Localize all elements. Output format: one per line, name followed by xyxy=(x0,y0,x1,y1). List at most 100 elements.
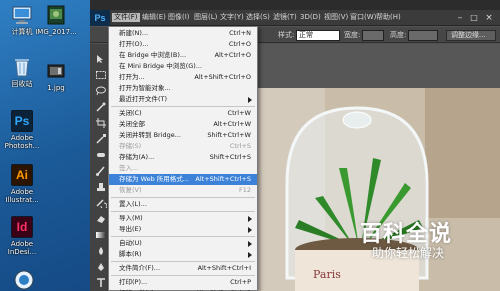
file-menu-item[interactable]: 自动(U) xyxy=(109,238,257,249)
menu-type[interactable]: 文字(Y) xyxy=(218,13,246,22)
crop-tool-icon[interactable] xyxy=(95,118,107,128)
menu-help[interactable]: 帮助(H) xyxy=(374,13,403,22)
image-file-icon xyxy=(45,60,67,82)
photoshop-app-icon: Ps xyxy=(11,110,33,132)
indesign-app-icon: Id xyxy=(11,216,33,238)
style-select[interactable]: 正常 xyxy=(296,30,340,41)
menu-item-label: 恢复(V) xyxy=(119,186,142,194)
menu-item-label: 关闭(C) xyxy=(119,109,142,117)
watermark: 百科全说 助你轻松解决 xyxy=(350,210,500,268)
desktop: 计算机 IMG_2017... 回收站 1.jpg Ps Adobe Photo… xyxy=(0,0,90,291)
menu-item-label: 在 Mini Bridge 中浏览(G)... xyxy=(119,62,203,70)
menu-filter[interactable]: 滤镜(T) xyxy=(271,13,299,22)
history-brush-tool-icon[interactable] xyxy=(95,198,107,208)
menu-item-label: 脚本(R) xyxy=(119,250,142,258)
submenu-arrow-icon xyxy=(248,241,252,247)
image-file-icon xyxy=(45,4,67,26)
file-menu-item[interactable]: 最近打开文件(T) xyxy=(109,94,257,105)
file-menu-item[interactable]: 存储为(A)... Shift+Ctrl+S xyxy=(109,152,257,163)
menu-item-label: 导出(E) xyxy=(119,225,142,233)
file-menu-item[interactable]: 置入(L)... xyxy=(109,199,257,210)
move-tool-icon[interactable] xyxy=(95,54,107,64)
desktop-icon-partial[interactable] xyxy=(2,268,46,290)
eyedropper-tool-icon[interactable] xyxy=(95,134,107,144)
menu-item-label: 置入(L)... xyxy=(119,200,147,208)
menu-image[interactable]: 图像(I) xyxy=(166,13,192,22)
pen-tool-icon[interactable] xyxy=(95,262,107,272)
menu-item-label: 打印(P)... xyxy=(119,278,148,286)
menu-view[interactable]: 视图(V) xyxy=(322,13,350,22)
file-menu-item[interactable]: 在 Mini Bridge 中浏览(G)... xyxy=(109,61,257,72)
submenu-arrow-icon xyxy=(248,227,252,233)
file-menu-item[interactable]: 打印(P)... Ctrl+P xyxy=(109,277,257,288)
minimize-icon[interactable]: – xyxy=(454,12,466,24)
svg-text:Paris: Paris xyxy=(313,268,341,281)
submenu-arrow-icon xyxy=(248,97,252,103)
menu-item-label: 新建(N)... xyxy=(119,29,149,37)
height-label: 高度: xyxy=(390,31,407,39)
blur-tool-icon[interactable] xyxy=(95,246,107,256)
menu-separator xyxy=(111,236,255,237)
maximize-icon[interactable]: □ xyxy=(468,12,480,24)
file-menu-item[interactable]: 打开(O)... Ctrl+O xyxy=(109,39,257,50)
menu-item-shortcut: Alt+Ctrl+W xyxy=(213,120,251,128)
quick-selection-tool-icon[interactable] xyxy=(95,102,107,112)
menu-item-shortcut: F12 xyxy=(238,186,251,194)
menu-layer[interactable]: 图层(L) xyxy=(192,13,219,22)
menu-item-label: 关闭并转到 Bridge... xyxy=(119,131,181,139)
menu-item-shortcut: Alt+Shift+Ctrl+O xyxy=(194,73,251,81)
file-menu-item[interactable]: 新建(N)... Ctrl+N xyxy=(109,28,257,39)
menu-item-shortcut: Alt+Ctrl+O xyxy=(214,51,251,59)
file-menu-item: 签入... xyxy=(109,163,257,174)
file-menu-dropdown: 新建(N)... Ctrl+N 打开(O)... Ctrl+O 在 Bridge 中浏览… xyxy=(108,26,258,291)
menu-edit[interactable]: 编辑(E) xyxy=(140,13,168,22)
menu-item-shortcut: Ctrl+P xyxy=(230,278,251,286)
menu-file[interactable]: 文件(F) xyxy=(112,13,140,22)
width-input[interactable] xyxy=(362,30,384,41)
file-menu-item[interactable]: 关闭并转到 Bridge... Shift+Ctrl+W xyxy=(109,130,257,141)
file-menu-item[interactable]: 在 Bridge 中浏览(B)... Alt+Ctrl+O xyxy=(109,50,257,61)
height-input[interactable] xyxy=(408,30,438,41)
file-menu-item[interactable]: 文件简介(F)... Alt+Shift+Ctrl+I xyxy=(109,263,257,274)
eraser-tool-icon[interactable] xyxy=(95,214,107,224)
close-icon[interactable]: × xyxy=(483,12,495,24)
lasso-tool-icon[interactable] xyxy=(95,86,107,96)
computer-icon xyxy=(11,4,33,26)
file-menu-item[interactable]: 关闭(C) Ctrl+W xyxy=(109,108,257,119)
desktop-icon-jpg-file[interactable]: 1.jpg xyxy=(34,60,78,92)
desktop-icon-indesign[interactable]: Id Adobe InDesi... xyxy=(0,216,44,256)
file-menu-item[interactable]: 导入(M) xyxy=(109,213,257,224)
brush-tool-icon[interactable] xyxy=(95,166,107,176)
healing-brush-tool-icon[interactable] xyxy=(95,150,107,160)
file-menu-item[interactable]: 导出(E) xyxy=(109,224,257,235)
menu-3d[interactable]: 3D(D) xyxy=(298,13,323,22)
desktop-icon-photoshop[interactable]: Ps Adobe Photosh... xyxy=(0,110,44,150)
menu-item-label: 打开为... xyxy=(119,73,145,81)
illustrator-app-icon: Ai xyxy=(11,164,33,186)
desktop-icon-img-file[interactable]: IMG_2017... xyxy=(34,4,78,36)
type-tool-icon[interactable] xyxy=(95,278,107,288)
recycle-bin-icon xyxy=(11,56,33,78)
adjust-edge-button[interactable]: 调整边缘... xyxy=(446,30,496,41)
marquee-tool-icon[interactable] xyxy=(95,70,107,80)
file-menu-item[interactable]: 打开为... Alt+Shift+Ctrl+O xyxy=(109,72,257,83)
width-label: 宽度: xyxy=(344,31,361,39)
file-menu-item[interactable]: 关闭全部 Alt+Ctrl+W xyxy=(109,119,257,130)
menu-item-label: 关闭全部 xyxy=(119,120,145,128)
style-label: 样式: xyxy=(278,31,295,39)
desktop-icon-label: Adobe InDesi... xyxy=(7,240,37,256)
file-menu-item[interactable]: 打开为智能对象... xyxy=(109,83,257,94)
menu-item-shortcut: Ctrl+W xyxy=(227,109,251,117)
file-menu-item[interactable]: 存储为 Web 所用格式... Alt+Shift+Ctrl+S xyxy=(109,174,257,185)
menu-item-label: 打开(O)... xyxy=(119,40,149,48)
clone-stamp-tool-icon[interactable] xyxy=(95,182,107,192)
file-menu-item[interactable]: 脚本(R) xyxy=(109,249,257,260)
menu-item-shortcut: Ctrl+S xyxy=(229,142,251,150)
desktop-icon-illustrator[interactable]: Ai Adobe Illustrat... xyxy=(0,164,44,204)
menu-item-label: 打开为智能对象... xyxy=(119,84,171,92)
menu-item-shortcut: Shift+Ctrl+W xyxy=(207,131,251,139)
menu-item-label: 签入... xyxy=(119,164,139,172)
menu-select[interactable]: 选择(S) xyxy=(244,13,272,22)
gradient-tool-icon[interactable] xyxy=(95,230,107,240)
menu-item-label: 文件简介(F)... xyxy=(119,264,161,272)
